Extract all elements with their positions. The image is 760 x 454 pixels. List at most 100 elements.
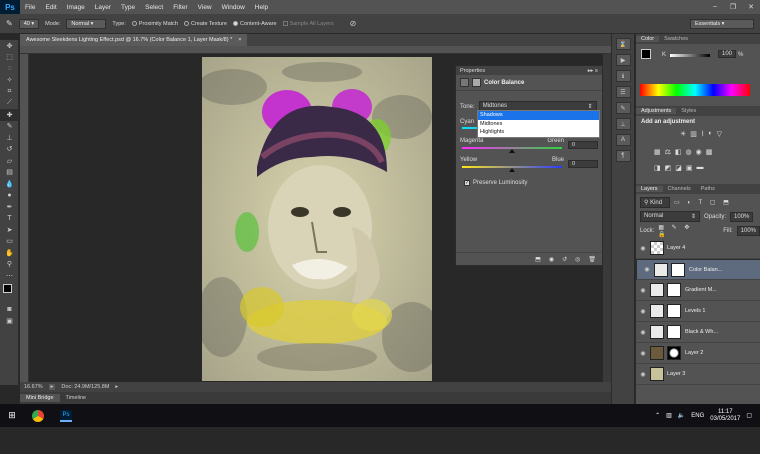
vibrance-icon[interactable]: ▽ [717,130,722,138]
layer-thumbnail[interactable] [650,325,664,339]
quick-select-tool-icon[interactable]: ✧ [0,75,19,87]
foreground-color-swatch[interactable] [3,283,12,293]
layer-mask-thumbnail[interactable] [667,304,681,318]
opacity-value[interactable]: 100% [730,211,754,222]
magenta-green-value[interactable]: 0 [568,141,598,149]
menu-edit[interactable]: Edit [40,4,61,11]
visibility-eye-icon[interactable]: ◉ [640,266,654,273]
screen-mode-icon[interactable]: ▣ [0,315,19,327]
yellow-blue-value[interactable]: 0 [568,160,598,168]
delete-adjustment-icon[interactable]: 🗑 [588,256,596,263]
layer-row[interactable]: ◉ Layer 4 [636,238,760,259]
invert-icon[interactable]: ◨ [654,164,661,172]
marquee-tool-icon[interactable]: ⬚ [0,52,19,64]
horizontal-ruler[interactable] [20,46,634,54]
dodge-tool-icon[interactable]: ● [0,190,19,202]
quick-mask-icon[interactable]: ◙ [0,304,19,316]
gradient-tool-icon[interactable]: ▤ [0,167,19,179]
tab-timeline[interactable]: Timeline [60,394,93,402]
lasso-tool-icon[interactable]: ◌ [0,63,19,75]
visibility-eye-icon[interactable]: ◉ [636,308,650,315]
layer-row[interactable]: ◉ Layer 3 [636,364,760,385]
eraser-tool-icon[interactable]: ▱ [0,155,19,167]
workspace-select[interactable]: Essentials ▾ [690,18,754,29]
properties-panel-icon[interactable]: ☰ [615,86,631,98]
tone-option-midtones[interactable]: Midtones [478,120,599,129]
checkbox-sample-all-layers[interactable]: Sample All Layers [282,21,334,27]
gradient-map-icon[interactable]: ▬ [697,164,704,172]
healing-brush-tool-icon[interactable]: ✚ [0,109,19,121]
export-icon[interactable]: ▸ [48,384,56,390]
blend-mode-select[interactable]: Normal ⇕ [640,211,700,222]
color-lookup-icon[interactable]: ▩ [706,148,713,156]
mode-select[interactable]: Normal ▾ [66,18,107,29]
info-panel-icon[interactable]: ℹ [615,70,631,82]
path-select-tool-icon[interactable]: ➤ [0,224,19,236]
photo-filter-icon[interactable]: ◍ [686,148,692,156]
hand-tool-icon[interactable]: ✋ [0,247,19,259]
photoshop-taskbar-icon[interactable]: Ps [60,409,72,422]
network-icon[interactable]: ▥ [666,412,672,419]
radio-content-aware[interactable]: Content-Aware [232,21,277,27]
tone-option-highlights[interactable]: Highlights [478,128,599,137]
canvas-scrollbar[interactable] [603,54,611,382]
artwork-canvas[interactable] [202,57,432,381]
type-tool-icon[interactable]: T [0,213,19,225]
close-tab-icon[interactable]: × [238,37,241,43]
tone-option-shadows[interactable]: Shadows [478,111,599,120]
layer-row[interactable]: ◉ Color Balan... [636,259,760,280]
menu-layer[interactable]: Layer [90,4,116,11]
layer-row[interactable]: ◉ Levels 1 [636,301,760,322]
close-button[interactable]: ✕ [742,3,760,11]
visibility-eye-icon[interactable]: ◉ [636,245,650,252]
layer-thumbnail[interactable] [650,283,664,297]
brush-size-picker[interactable]: 40 ▾ [18,18,40,29]
menu-view[interactable]: View [193,4,217,11]
layer-row[interactable]: ◉ Black & Wh... [636,322,760,343]
paragraph-panel-icon[interactable]: ¶ [615,150,631,162]
color-balance-icon[interactable]: ⚖ [665,148,671,156]
pen-tool-icon[interactable]: ✒ [0,201,19,213]
spot-healing-brush-icon[interactable]: ✎ [6,19,13,28]
clock[interactable]: 11:17 03/05/2017 [710,409,740,423]
character-panel-icon[interactable]: A [615,134,631,146]
tab-styles[interactable]: Styles [676,108,701,114]
volume-icon[interactable]: 🔈 [678,412,685,419]
restore-button[interactable]: ❐ [724,3,742,11]
posterize-icon[interactable]: ◩ [665,164,672,172]
layer-thumbnail[interactable] [650,346,664,360]
layer-filter-kind[interactable]: ⚲ Kind [640,197,670,208]
magenta-green-knob[interactable] [509,149,515,153]
visibility-eye-icon[interactable]: ◉ [636,350,650,357]
menu-image[interactable]: Image [62,4,90,11]
brightness-icon[interactable]: ☀ [680,130,686,138]
more-tools-icon[interactable]: ⋯ [0,270,19,282]
blur-tool-icon[interactable]: 💧 [0,178,19,190]
yellow-blue-knob[interactable] [509,168,515,172]
layer-mask-thumbnail[interactable] [671,262,685,277]
layer-row[interactable]: ◉ Gradient M... [636,280,760,301]
layer-thumbnail[interactable] [654,262,668,277]
toggle-visibility-icon[interactable]: ◎ [575,256,580,263]
fill-value[interactable]: 100% [736,226,760,236]
document-tab[interactable]: Awesome Sleekdens Lighting Effect.psd @ … [20,34,248,46]
clip-to-layer-icon[interactable]: ⬒ [535,256,541,263]
menu-select[interactable]: Select [140,4,168,11]
tab-layers[interactable]: Layers [636,186,663,192]
tab-channels[interactable]: Channels [663,186,696,192]
layer-mask-thumbnail[interactable] [667,325,681,339]
tab-swatches[interactable]: Swatches [659,36,693,42]
layer-row[interactable]: ◉ Layer 2 [636,343,760,364]
layer-mask-thumbnail[interactable] [667,283,681,297]
tab-paths[interactable]: Paths [696,186,720,192]
preserve-luminosity-checkbox[interactable]: ✓ [464,180,470,186]
zoom-tool-icon[interactable]: ⚲ [0,259,19,271]
chrome-icon[interactable] [32,409,44,422]
view-previous-icon[interactable]: ◉ [549,256,554,263]
filter-icons[interactable]: ▭ ◐ T ▢ ⬒ [674,199,732,206]
move-tool-icon[interactable]: ✥ [0,40,19,52]
eyedropper-tool-icon[interactable]: ⟋ [0,98,19,110]
levels-icon[interactable]: ▥ [690,130,697,138]
tray-up-icon[interactable]: ⌃ [655,412,660,419]
visibility-eye-icon[interactable]: ◉ [636,287,650,294]
